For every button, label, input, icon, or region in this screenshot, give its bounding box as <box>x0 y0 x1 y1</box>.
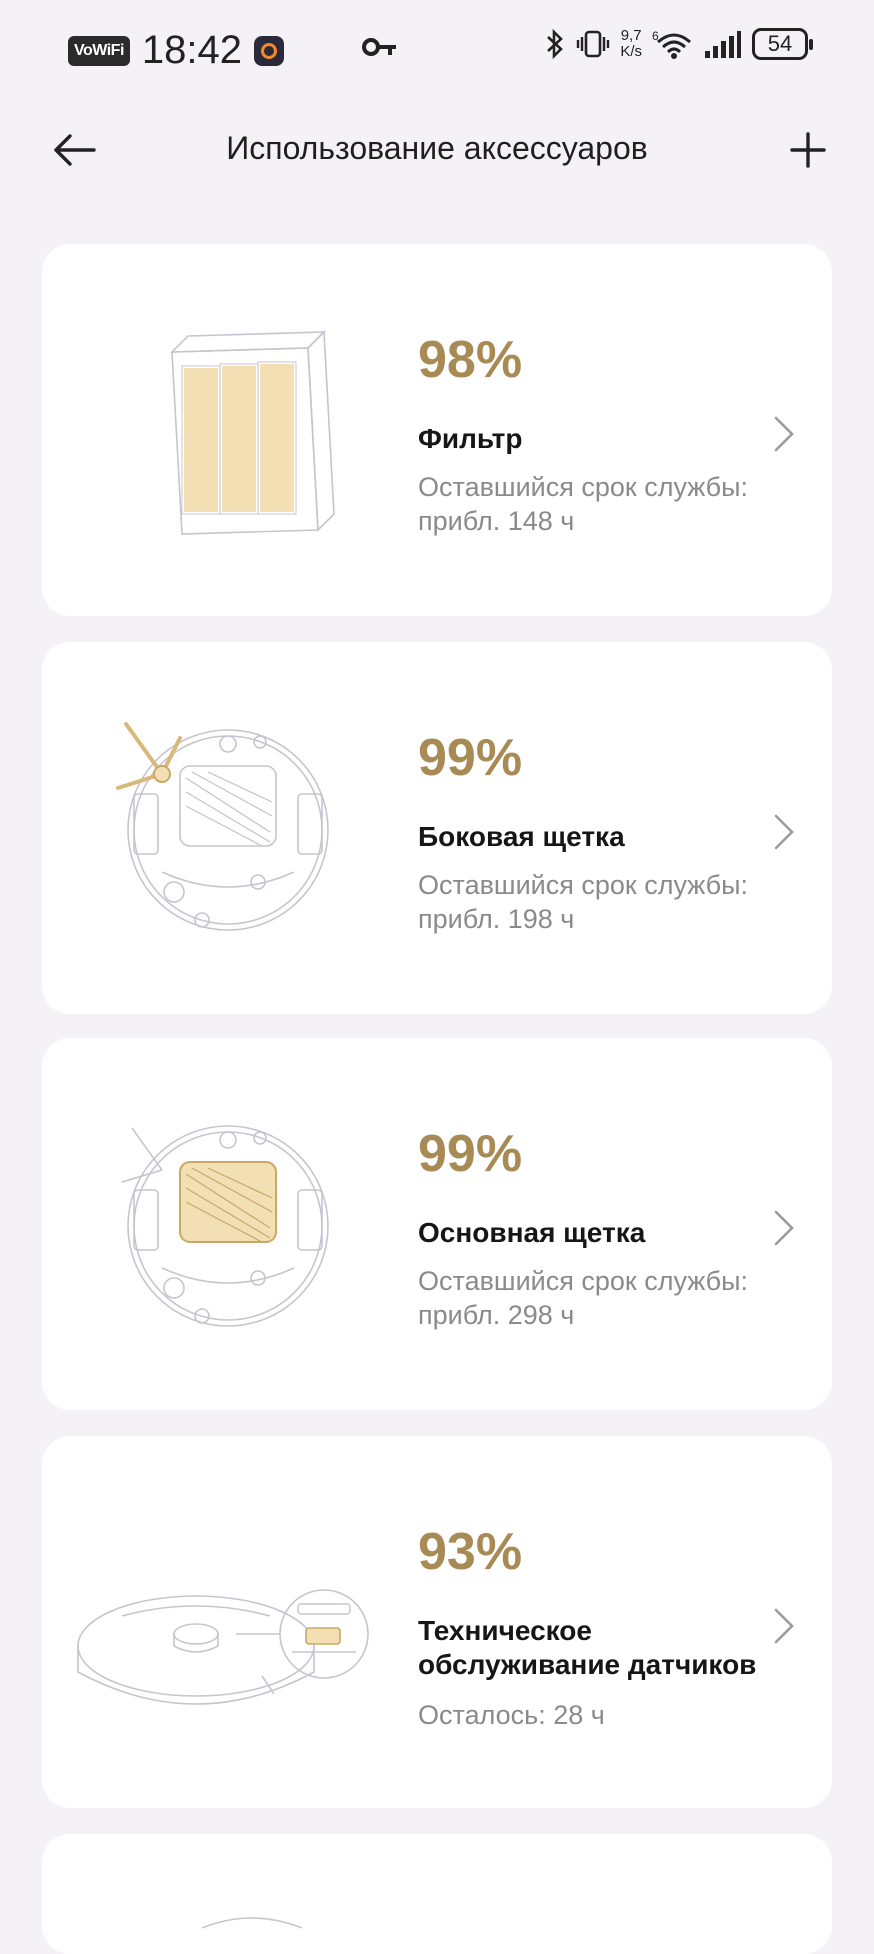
accessory-name: Основная щетка <box>418 1217 646 1248</box>
accessory-card-filter[interactable]: 98% Фильтр Оставшийся срок службы: прибл… <box>42 244 832 616</box>
page-title: Использование аксессуаров <box>226 130 648 166</box>
signal-icon <box>705 31 741 58</box>
status-time: 18:42 <box>141 28 242 72</box>
main-brush-illustration-icon <box>121 1125 329 1327</box>
bluetooth-icon <box>547 28 564 60</box>
key-icon <box>362 38 396 56</box>
chevron-right-icon <box>774 814 794 850</box>
battery-icon: 54 <box>752 28 813 60</box>
sensor-maintenance-illustration-icon <box>77 1589 369 1705</box>
accessory-card-side-brush[interactable]: 99% Боковая щетка Оставшийся срок службы… <box>42 642 832 1014</box>
accessory-percent: 98% <box>418 331 523 389</box>
chevron-right-icon <box>774 416 794 452</box>
chevron-right-icon <box>774 1608 794 1644</box>
accessory-remaining: Оставшийся срок службы: прибл. 148 ч <box>418 472 749 536</box>
accessory-percent: 99% <box>418 729 523 787</box>
accessory-remaining: Осталось: 28 ч <box>418 1700 605 1730</box>
accessory-card-partial[interactable] <box>42 1834 832 1954</box>
status-bar: VoWiFi 18:42 9,7 K/s 6 54 <box>0 0 874 100</box>
speed-unit: K/s <box>620 43 642 60</box>
accessory-name: Фильтр <box>418 423 523 454</box>
status-right: 9,7 K/s 6 54 <box>544 28 813 60</box>
accessory-name: Техническое обслуживание датчиков <box>418 1615 757 1680</box>
app-notification-icon <box>254 35 284 66</box>
wifi-icon: 6 <box>652 29 691 59</box>
vibrate-icon <box>577 30 610 58</box>
accessory-card-main-brush[interactable]: 99% Основная щетка Оставшийся срок служб… <box>42 1038 832 1410</box>
side-brush-illustration-icon <box>116 722 329 931</box>
network-speed: 9,7 K/s <box>620 28 642 60</box>
add-icon[interactable] <box>780 122 836 178</box>
chevron-right-icon <box>774 1210 794 1246</box>
accessory-name: Боковая щетка <box>418 821 625 852</box>
status-left: VoWiFi 18:42 <box>68 28 284 73</box>
accessory-card-sensors[interactable]: 93% Техническое обслуживание датчиков Ос… <box>42 1436 832 1808</box>
speed-value: 9,7 <box>620 27 642 44</box>
accessory-percent: 93% <box>418 1523 523 1581</box>
accessory-remaining: Оставшийся срок службы: прибл. 298 ч <box>418 1266 749 1330</box>
partial-illustration-icon <box>201 1917 303 1929</box>
filter-illustration-icon <box>170 330 335 535</box>
top-app-bar: Использование аксессуаров <box>0 100 874 200</box>
accessory-percent: 99% <box>418 1125 523 1183</box>
accessory-remaining: Оставшийся срок службы: прибл. 198 ч <box>418 870 749 934</box>
vowifi-icon: VoWiFi <box>68 35 130 66</box>
